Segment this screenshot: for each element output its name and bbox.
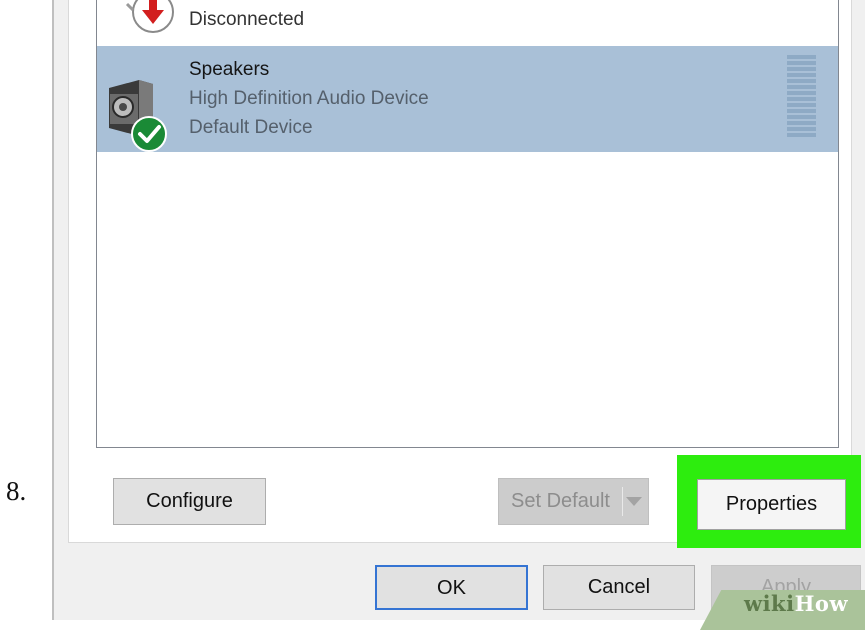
chevron-down-icon[interactable] xyxy=(626,497,642,506)
ok-button[interactable]: OK xyxy=(375,565,528,610)
wikihow-watermark: wikiHow xyxy=(744,591,848,616)
step-number: 8. xyxy=(6,476,27,506)
cancel-button[interactable]: Cancel xyxy=(543,565,695,610)
device-item-disconnected[interactable]: Disconnected xyxy=(97,0,838,42)
split-divider xyxy=(622,487,623,516)
device-description: High Definition Audio Device xyxy=(189,88,429,109)
playback-tab-panel: Disconnected Speakers High Definition Au… xyxy=(68,0,861,548)
watermark-how: How xyxy=(794,591,849,616)
disconnected-arrow-icon xyxy=(125,0,174,33)
device-description: Disconnected xyxy=(189,9,305,30)
device-item-speakers[interactable]: Speakers High Definition Audio Device De… xyxy=(97,46,838,152)
set-default-split-button[interactable]: Set Default xyxy=(498,478,649,525)
highlight-box: Properties xyxy=(677,455,861,548)
set-default-label: Set Default xyxy=(511,490,610,512)
sound-dialog: Disconnected Speakers High Definition Au… xyxy=(52,0,865,620)
playback-device-list[interactable]: Disconnected Speakers High Definition Au… xyxy=(96,0,839,448)
device-name: Speakers xyxy=(189,59,270,80)
volume-level-meter xyxy=(787,55,816,137)
device-status: Default Device xyxy=(189,117,313,138)
configure-button[interactable]: Configure xyxy=(113,478,266,525)
green-check-icon xyxy=(131,116,167,152)
speaker-icon xyxy=(109,80,167,152)
watermark-wiki: wiki xyxy=(744,591,795,616)
properties-button[interactable]: Properties xyxy=(697,479,846,530)
